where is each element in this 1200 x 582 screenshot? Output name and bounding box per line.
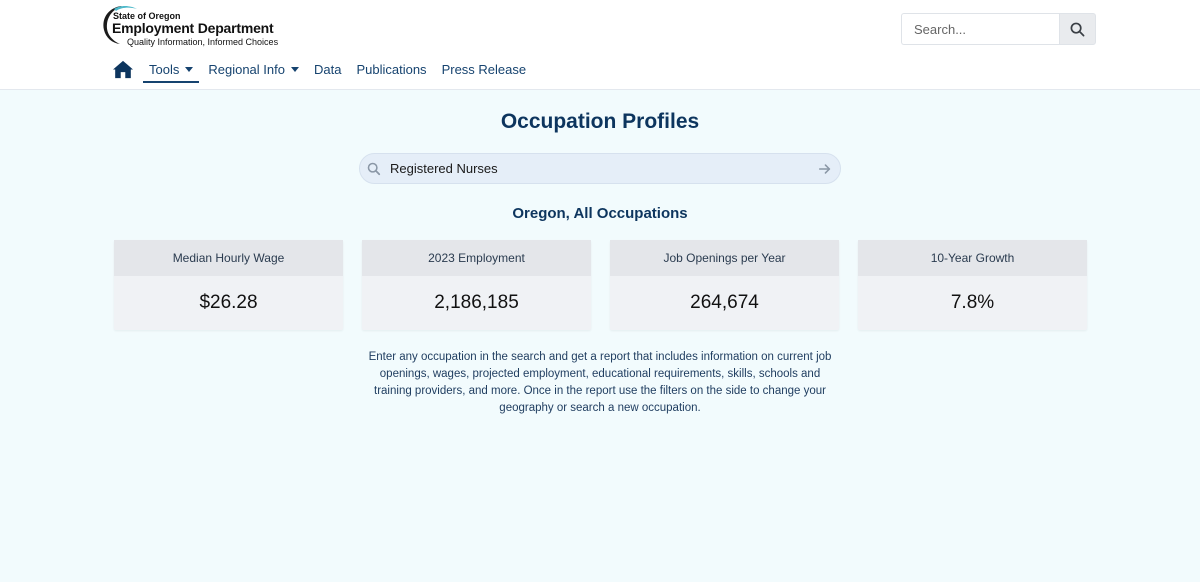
stat-card-label: Job Openings per Year	[610, 240, 839, 276]
search-icon	[1070, 22, 1085, 36]
stat-card-value: 264,674	[690, 292, 759, 313]
main-nav: Tools Regional Info Data Publications Pr…	[112, 58, 526, 84]
site-search-input[interactable]	[901, 13, 1059, 45]
site-header: State of Oregon Employment Department Qu…	[0, 0, 1200, 90]
caret-down-icon	[185, 67, 194, 72]
stat-card-value: 2,186,185	[434, 292, 519, 313]
nav-item-press-release[interactable]: Press Release	[442, 58, 527, 82]
search-icon	[367, 162, 381, 175]
caret-down-icon	[290, 67, 299, 72]
logo-department-text: Employment Department	[112, 20, 274, 36]
description-text: Enter any occupation in the search and g…	[368, 351, 832, 414]
nav-item-label: Regional Info	[208, 62, 285, 77]
stat-card-growth: 10-Year Growth 7.8%	[858, 240, 1087, 330]
nav-item-tools[interactable]: Tools	[143, 58, 200, 83]
stat-card-label: Median Hourly Wage	[114, 240, 343, 276]
nav-item-label: Publications	[356, 62, 427, 77]
site-search	[901, 13, 1096, 45]
site-logo[interactable]: State of Oregon Employment Department Qu…	[100, 3, 300, 47]
occupation-search-input[interactable]	[381, 154, 818, 183]
stat-card-employment: 2023 Employment 2,186,185	[362, 240, 591, 330]
stats-cards: Median Hourly Wage $26.28 2023 Employmen…	[114, 240, 1087, 330]
nav-item-publications[interactable]: Publications	[356, 58, 426, 82]
stat-card-value: 7.8%	[950, 292, 995, 313]
home-icon[interactable]	[112, 59, 134, 79]
logo-tagline: Quality Information, Informed Choices	[127, 37, 279, 47]
nav-item-label: Press Release	[441, 62, 527, 77]
nav-item-label: Tools	[149, 62, 180, 77]
stat-card-label: 10-Year Growth	[858, 240, 1087, 276]
stat-card-label: 2023 Employment	[362, 240, 591, 276]
page-title: Occupation Profiles	[500, 110, 700, 133]
nav-item-data[interactable]: Data	[314, 58, 341, 82]
stat-card-median-wage: Median Hourly Wage $26.28	[114, 240, 343, 330]
nav-item-label: Data	[313, 62, 342, 77]
arrow-right-icon[interactable]	[818, 162, 832, 176]
nav-item-regional-info[interactable]: Regional Info	[208, 58, 299, 82]
stat-card-value: $26.28	[199, 292, 258, 313]
site-search-button[interactable]	[1059, 13, 1096, 45]
stat-card-job-openings: Job Openings per Year 264,674	[610, 240, 839, 330]
region-title: Oregon, All Occupations	[512, 205, 688, 222]
occupation-search	[359, 153, 841, 184]
